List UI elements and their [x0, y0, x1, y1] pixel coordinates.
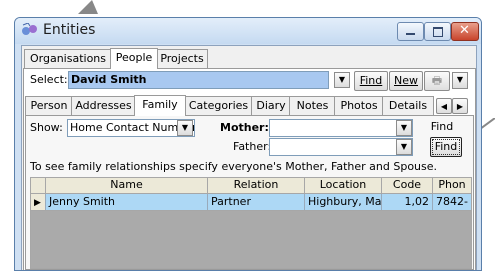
family-panel: Show: Home Contact Numbers ▼ Mother: ▼ F… [25, 115, 474, 270]
show-select[interactable]: Home Contact Numbers [67, 119, 195, 137]
tab-diary[interactable]: Diary [251, 96, 291, 116]
family-hint-text: To see family relationships specify ever… [30, 160, 438, 173]
print-button[interactable]: 🖶 [424, 71, 450, 91]
minimize-button[interactable] [397, 22, 424, 41]
tab-person[interactable]: Person [25, 96, 73, 116]
cell-phone[interactable]: 7842- [433, 194, 471, 210]
top-arrow-pointer-icon [78, 0, 98, 17]
chevron-down-icon: ▼ [456, 75, 464, 84]
grid-empty-area [31, 211, 471, 268]
mother-label: Mother: [220, 121, 269, 134]
tabs-scroll-right[interactable]: ▶ [452, 98, 468, 114]
column-header-phone[interactable]: Phon [433, 178, 471, 193]
mother-find-button[interactable]: Find [424, 118, 460, 136]
scroll-left-icon: ◀ [440, 102, 448, 111]
column-header-relation[interactable]: Relation [208, 178, 305, 193]
table-row[interactable]: ▶ Jenny Smith Partner Highbury, Ma 1,02 … [31, 194, 471, 211]
select-person-field[interactable]: David Smith [68, 71, 329, 89]
tabs-scroll-left[interactable]: ◀ [436, 98, 452, 114]
father-label: Father: [233, 140, 272, 153]
new-button[interactable]: New [389, 71, 423, 91]
cell-relation[interactable]: Partner [208, 194, 305, 210]
entities-app-icon [21, 22, 39, 37]
people-panel: Select: David Smith ▼ Find New 🖶 ▼ Perso… [23, 68, 476, 270]
tab-details[interactable]: Details [382, 96, 434, 116]
column-header-code[interactable]: Code [382, 178, 433, 193]
chevron-down-icon: ▼ [338, 75, 346, 84]
grid-header: Name Relation Location Code Phon [31, 178, 471, 194]
tab-categories[interactable]: Categories [184, 96, 253, 116]
select-label: Select: [30, 73, 68, 86]
tab-addresses[interactable]: Addresses [71, 96, 136, 116]
maximize-button[interactable] [424, 22, 451, 41]
mother-field[interactable] [269, 119, 413, 137]
close-button[interactable]: ✕ [451, 22, 479, 41]
chevron-down-icon: ▼ [400, 123, 408, 132]
cell-code[interactable]: 1,02 [382, 194, 433, 210]
family-grid: Name Relation Location Code Phon ▶ Jenny… [30, 177, 472, 269]
tab-organisations[interactable]: Organisations [24, 49, 112, 69]
father-find-button[interactable]: Find [430, 137, 462, 157]
grid-corner [31, 178, 46, 193]
window-title: Entities [43, 22, 96, 38]
select-person-dropdown[interactable]: ▼ [334, 72, 350, 88]
mother-dropdown[interactable]: ▼ [396, 120, 412, 136]
column-header-name[interactable]: Name [46, 178, 208, 193]
tab-projects[interactable]: Projects [156, 49, 208, 69]
window-client-area: Organisations People Projects Select: Da… [21, 45, 477, 270]
scroll-right-icon: ▶ [456, 102, 464, 111]
tab-notes[interactable]: Notes [289, 96, 336, 116]
show-label: Show: [30, 121, 63, 134]
tab-family[interactable]: Family [134, 95, 186, 116]
column-header-location[interactable]: Location [305, 178, 382, 193]
close-icon: ✕ [459, 23, 470, 38]
tab-people[interactable]: People [110, 48, 158, 69]
print-menu-dropdown[interactable]: ▼ [452, 72, 468, 89]
chevron-down-icon: ▼ [181, 123, 189, 132]
printer-icon: 🖶 [431, 74, 443, 87]
show-dropdown[interactable]: ▼ [177, 120, 193, 136]
father-field[interactable] [269, 138, 413, 156]
find-button[interactable]: Find [354, 71, 388, 91]
title-bar[interactable]: Entities ✕ [15, 18, 481, 44]
row-selector[interactable]: ▶ [31, 194, 46, 210]
cell-location[interactable]: Highbury, Ma [305, 194, 382, 210]
minimize-icon [406, 33, 415, 35]
tab-photos[interactable]: Photos [334, 96, 384, 116]
father-dropdown[interactable]: ▼ [396, 139, 412, 155]
chevron-down-icon: ▼ [400, 142, 408, 151]
maximize-icon [433, 27, 443, 37]
row-pointer-icon: ▶ [34, 198, 41, 208]
cell-name[interactable]: Jenny Smith [46, 194, 208, 210]
entities-window: Entities ✕ Organisations People Projects… [14, 17, 482, 271]
